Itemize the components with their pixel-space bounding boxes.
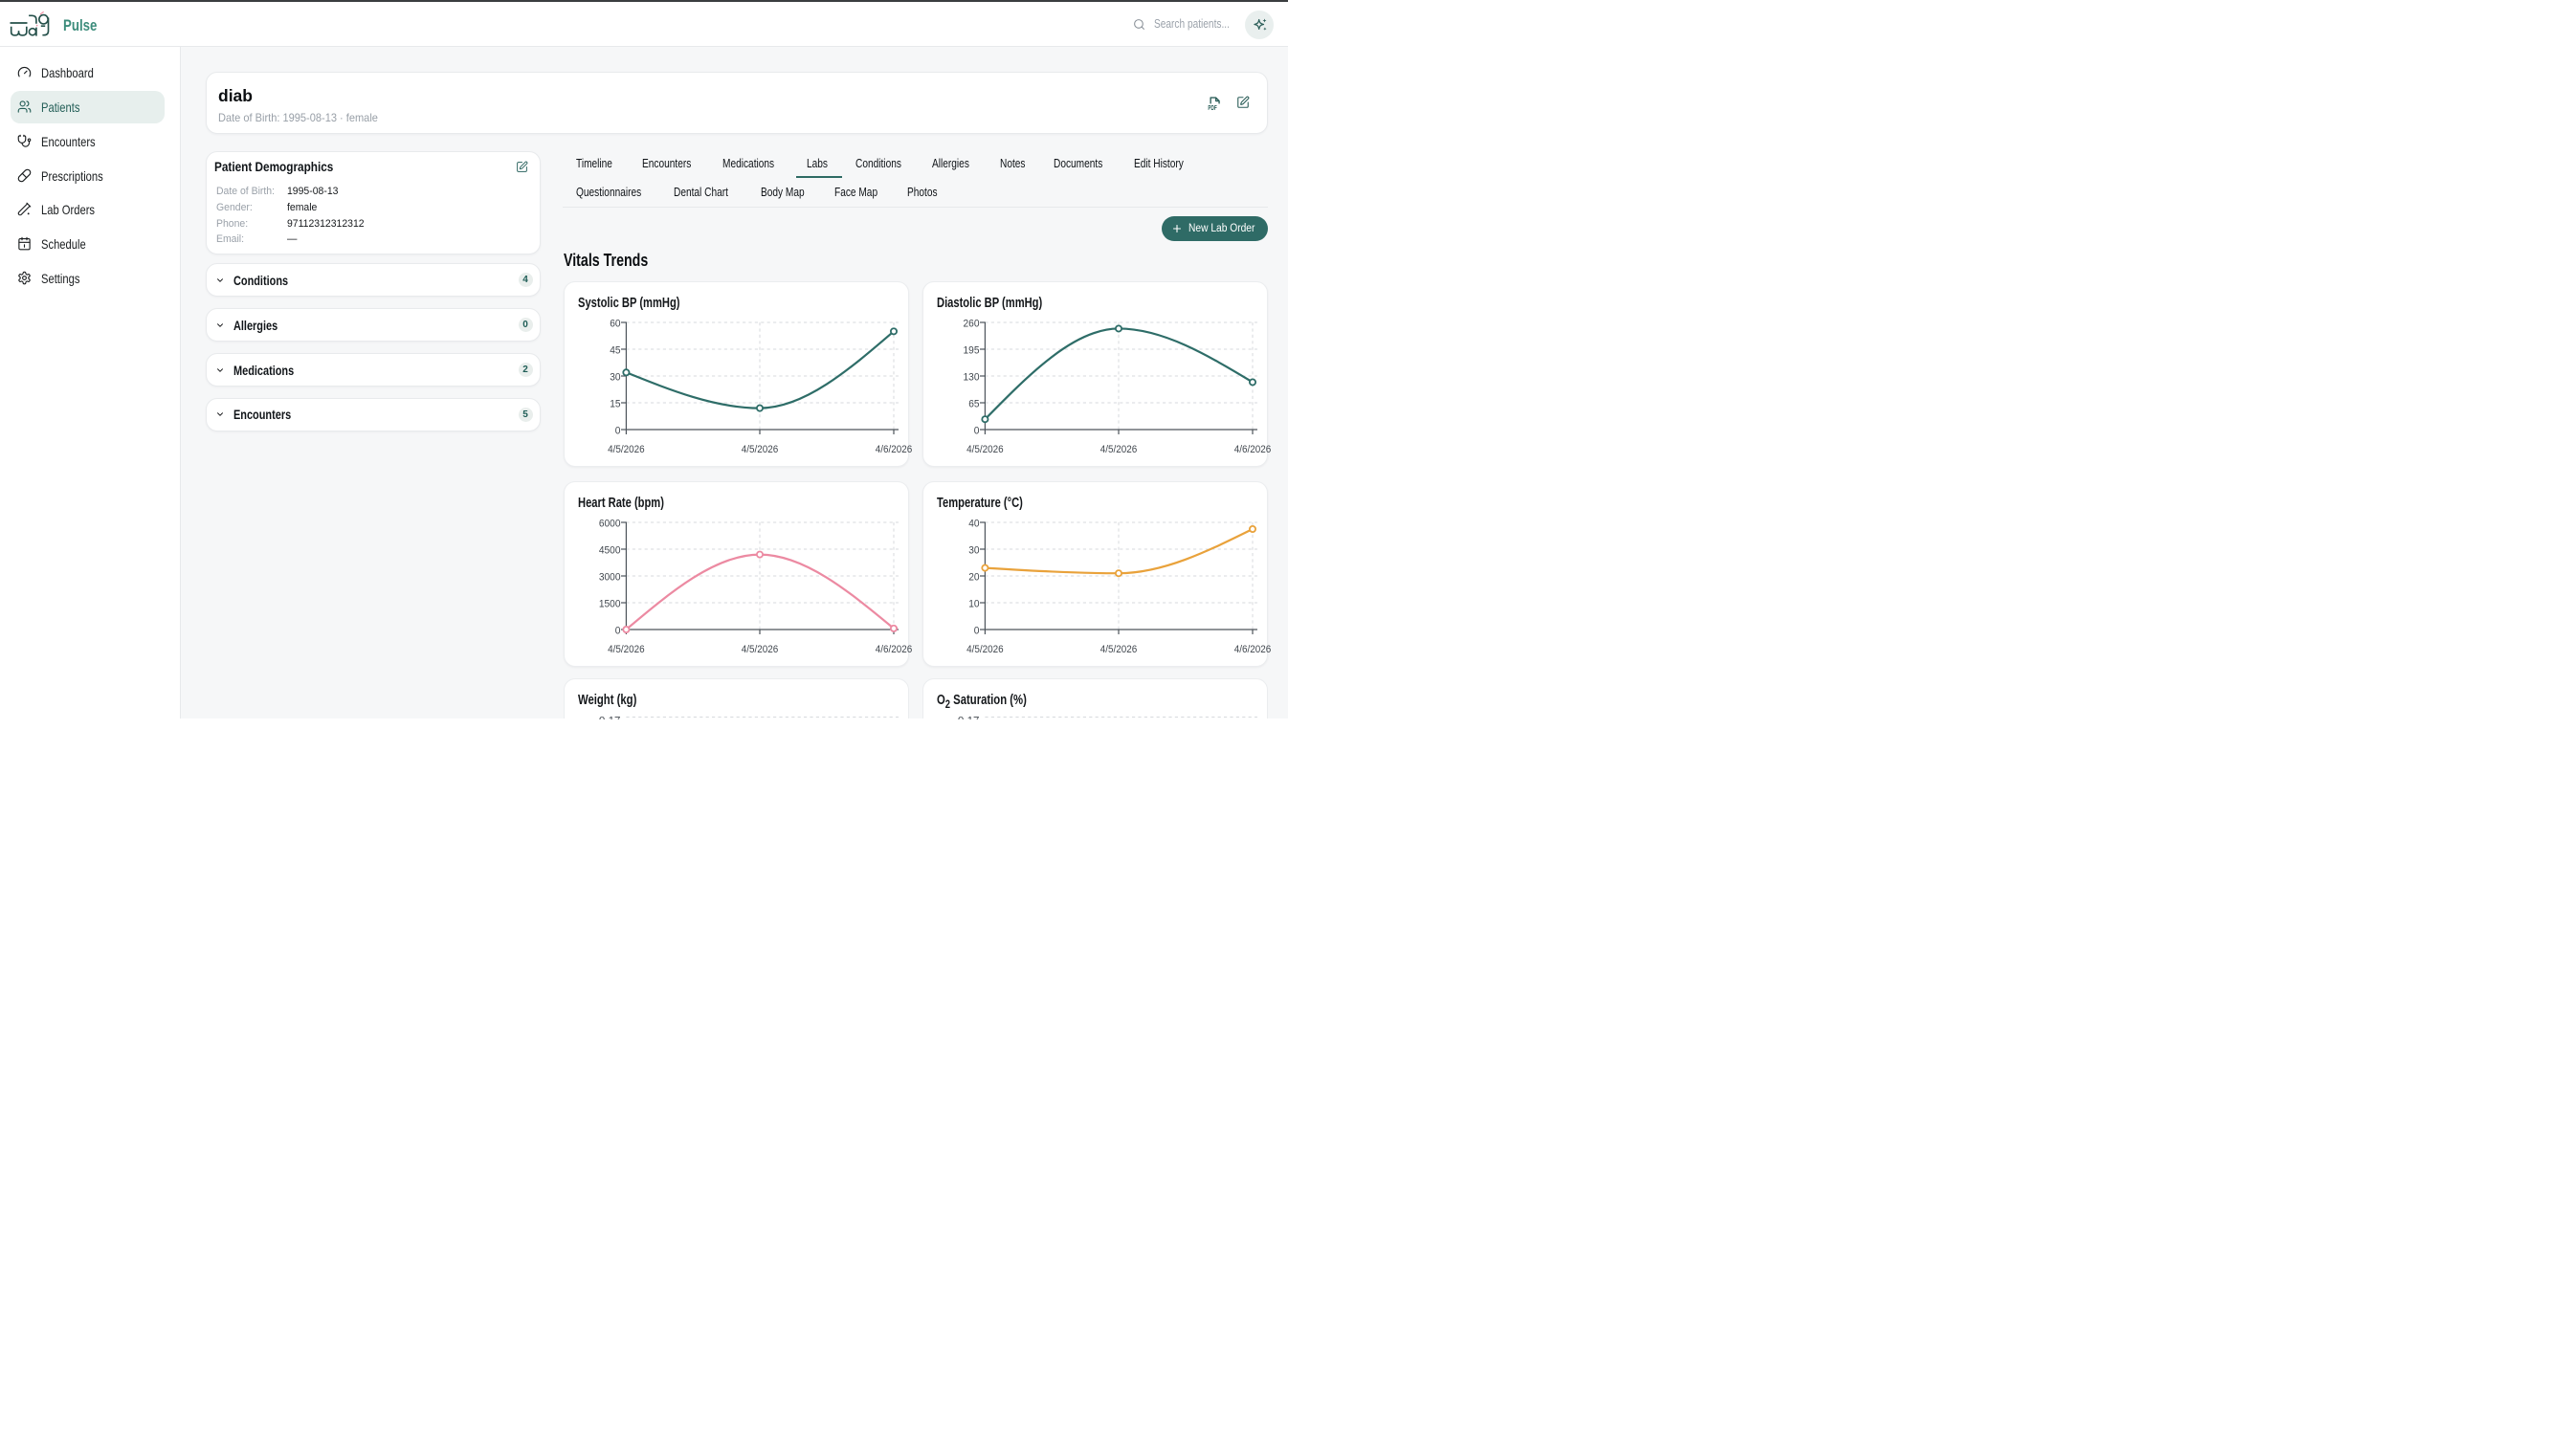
svg-text:260: 260 xyxy=(963,319,979,330)
svg-text:60: 60 xyxy=(610,319,620,330)
svg-text:4/5/2026: 4/5/2026 xyxy=(1099,444,1137,455)
svg-text:20: 20 xyxy=(968,571,979,583)
svg-text:4/6/2026: 4/6/2026 xyxy=(876,444,913,455)
svg-text:4/6/2026: 4/6/2026 xyxy=(1233,644,1271,655)
svg-text:195: 195 xyxy=(963,345,979,357)
svg-text:4/5/2026: 4/5/2026 xyxy=(966,644,1004,655)
svg-text:0: 0 xyxy=(973,625,979,636)
svg-text:3000: 3000 xyxy=(599,571,621,583)
svg-text:4/5/2026: 4/5/2026 xyxy=(966,444,1004,455)
svg-text:0: 0 xyxy=(973,426,979,437)
svg-text:4/5/2026: 4/5/2026 xyxy=(742,444,779,455)
svg-text:4/5/2026: 4/5/2026 xyxy=(742,644,779,655)
svg-text:0: 0 xyxy=(615,426,621,437)
svg-text:1500: 1500 xyxy=(599,598,621,609)
svg-text:4500: 4500 xyxy=(599,544,621,556)
svg-text:6000: 6000 xyxy=(599,518,621,529)
svg-text:4/6/2026: 4/6/2026 xyxy=(876,644,913,655)
svg-text:0.17: 0.17 xyxy=(958,715,980,719)
svg-text:4/5/2026: 4/5/2026 xyxy=(1099,644,1137,655)
svg-text:130: 130 xyxy=(963,372,979,384)
svg-text:10: 10 xyxy=(968,598,979,609)
svg-text:4/5/2026: 4/5/2026 xyxy=(608,444,645,455)
svg-text:4/5/2026: 4/5/2026 xyxy=(608,644,645,655)
svg-text:30: 30 xyxy=(968,544,979,556)
svg-text:PDF: PDF xyxy=(1208,104,1216,111)
svg-text:4/6/2026: 4/6/2026 xyxy=(1233,444,1271,455)
svg-text:65: 65 xyxy=(968,399,979,410)
svg-text:0: 0 xyxy=(615,625,621,636)
svg-text:15: 15 xyxy=(610,399,620,410)
svg-text:30: 30 xyxy=(610,372,620,384)
svg-text:0.17: 0.17 xyxy=(599,715,621,719)
svg-text:40: 40 xyxy=(968,518,979,529)
svg-text:45: 45 xyxy=(610,345,620,357)
